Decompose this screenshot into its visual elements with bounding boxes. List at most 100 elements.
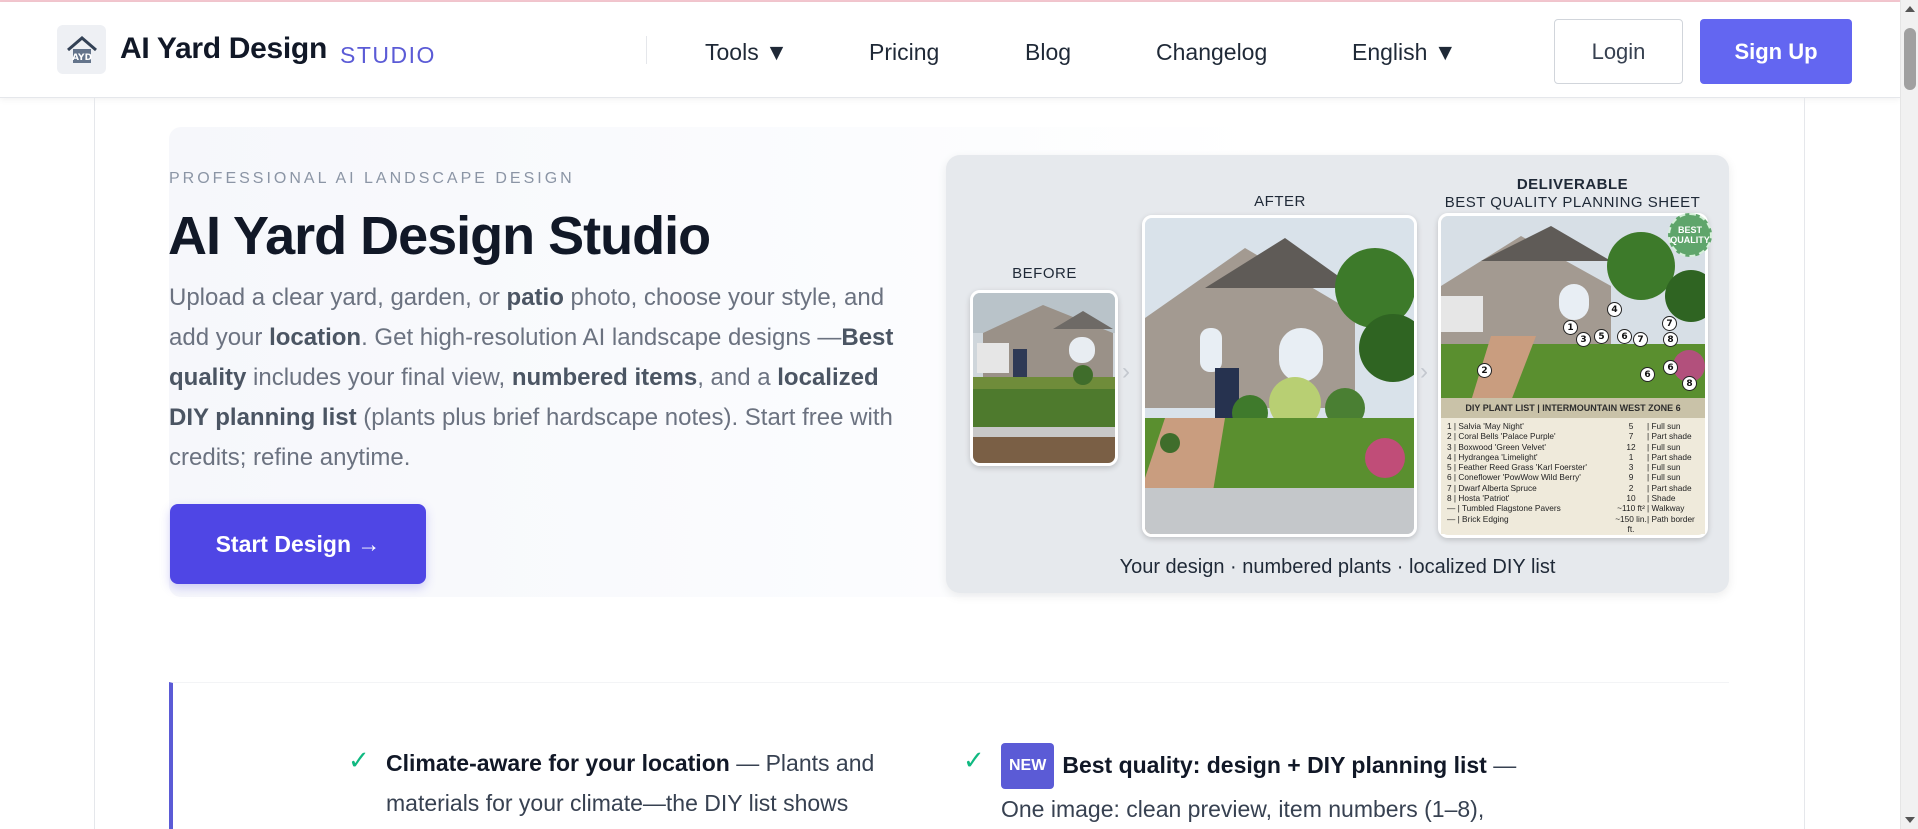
plan-cell-item: 6 | Coneflower 'PowWow Wild Berry' [1447,472,1581,483]
desc-text: includes your final view, [246,364,512,391]
plant-marker: 6 [1663,360,1678,375]
desc-bold: location [269,324,362,351]
badge-line: QUALITY [1670,235,1710,245]
plan-cell-qty: 10 [1626,493,1636,504]
plan-cell-light: | Full sun [1647,462,1681,473]
plan-cell-qty: 7 [1628,431,1634,442]
nav-changelog[interactable]: Changelog [1156,39,1267,66]
plan-cell-item: 2 | Coral Bells 'Palace Purple' [1447,431,1556,442]
plan-cell-item: — | Tumbled Flagstone Pavers [1447,503,1561,514]
plant-marker: 6 [1617,329,1632,344]
new-badge: NEW [1001,743,1055,789]
plan-list-row: 3 | Boxwood 'Green Velvet' 12 | Full sun [1447,442,1699,452]
plan-cell-light: | Walkway [1647,503,1685,514]
plant-marker: 5 [1594,329,1609,344]
scroll-up-arrow-icon[interactable] [1905,6,1915,12]
plan-cell-light: | Full sun [1647,421,1681,431]
feature-title: Best quality: design + DIY planning list [1062,752,1487,778]
signup-button[interactable]: Sign Up [1700,19,1852,84]
svg-text:AYD: AYD [71,53,91,63]
deliverable-sublabel: BEST QUALITY PLANNING SHEET [1444,194,1701,211]
plan-cell-light: | Full sun [1647,441,1681,452]
after-photo [1142,215,1417,537]
preview-caption: Your design · numbered plants · localize… [1119,556,1556,578]
deliverable-label: DELIVERABLE [1516,176,1629,193]
plan-cell-light: | Shade [1647,493,1676,504]
plant-marker: 4 [1607,302,1622,317]
plan-cell-qty: 9 [1628,472,1634,483]
plant-marker: 7 [1633,332,1648,347]
brand-name[interactable]: AI Yard Design [120,32,327,66]
plan-cell-item: 5 | Feather Reed Grass 'Karl Foerster' [1447,462,1587,473]
house-logo-icon[interactable]: AYD [57,25,106,74]
best-quality-badge: BEST QUALITY [1668,213,1712,257]
language-dropdown[interactable]: English ▼ [1352,39,1457,66]
plan-list-row: 2 | Coral Bells 'Palace Purple' 7 | Part s… [1447,431,1699,441]
login-button[interactable]: Login [1554,19,1683,84]
hero-description: Upload a clear yard, garden, or patio ph… [169,278,909,478]
plan-list-row: 7 | Dwarf Alberta Spruce 2 | Part shade [1447,483,1699,493]
plan-cell-light: | Full sun [1647,472,1681,483]
chevron-right-icon: › [1420,358,1428,385]
plan-list-row: 8 | Hosta 'Patriot' 10 | Shade [1447,493,1699,503]
plan-cell-qty: 1 [1628,451,1634,462]
plan-cell-item: — | Brick Edging [1447,513,1509,524]
start-design-button[interactable]: Start Design → [170,504,426,584]
check-icon: ✓ [348,745,370,775]
plant-marker: 8 [1663,332,1678,347]
nav-divider [646,36,647,64]
plan-cell-qty: ~150 lin. ft. [1615,513,1647,534]
desc-bold: patio [506,284,564,311]
brand-sub: STUDIO [340,42,436,68]
plan-cell-qty: 5 [1628,421,1634,431]
plant-marker: 1 [1563,320,1578,335]
plant-marker: 7 [1662,316,1677,331]
plan-list-row: 5 | Feather Reed Grass 'Karl Foerster' 3 |… [1447,462,1699,472]
plan-cell-qty: 3 [1628,462,1634,473]
after-label: AFTER [1254,193,1306,210]
plan-list-row: 6 | Coneflower 'PowWow Wild Berry' 9 | Ful… [1447,472,1699,482]
plan-cell-light: | Part shade [1647,482,1692,493]
plan-list-title: DIY PLANT LIST | INTERMOUNTAIN WEST ZONE… [1441,398,1705,418]
plan-list-table: 1 | Salvia 'May Night' 5 | Full sun 2 | Cor… [1441,418,1705,534]
plant-marker: 2 [1477,363,1492,378]
plant-marker: 6 [1640,367,1655,382]
nav-tools-dropdown[interactable]: Tools ▼ [705,39,788,66]
plan-list-row: — | Tumbled Flagstone Pavers ~110 ft² | Wa… [1447,503,1699,513]
plant-marker: 8 [1682,376,1697,391]
top-navbar: AYD AI Yard Design STUDIO Tools ▼ Pricin… [0,2,1900,98]
plan-list-row: 1 | Salvia 'May Night' 5 | Full sun [1447,421,1699,431]
desc-text: , and a [697,364,778,391]
badge-line: BEST [1677,225,1702,235]
desc-bold: numbered items [511,364,698,391]
plan-cell-item: 3 | Boxwood 'Green Velvet' [1447,441,1546,452]
plan-cell-item: 1 | Salvia 'May Night' [1447,421,1524,431]
plan-list-row: 4 | Hydrangea 'Limelight' 1 | Part shade [1447,452,1699,462]
plan-list-row: — | Brick Edging ~150 lin. ft. | Path bord… [1447,514,1699,535]
plan-cell-light: | Part shade [1647,451,1692,462]
hero-eyebrow: PROFESSIONAL AI LANDSCAPE DESIGN [169,170,575,187]
plan-cell-item: 4 | Hydrangea 'Limelight' [1447,451,1538,462]
before-photo [970,290,1118,466]
hero-title: AI Yard Design Studio [168,206,711,266]
plan-cell-light: | Part shade [1647,431,1692,442]
vertical-scrollbar[interactable] [1900,0,1918,829]
plan-cell-item: 7 | Dwarf Alberta Spruce [1447,482,1537,493]
nav-blog[interactable]: Blog [1025,39,1071,66]
desc-text: . Get high-resolution AI landscape desig… [361,324,842,351]
feature-best-quality: NEW Best quality: design + DIY planning l… [1001,743,1561,829]
plan-cell-qty: ~110 ft² [1617,503,1645,514]
feature-climate: Climate-aware for your location — Plants… [386,743,906,823]
plan-cell-item: 8 | Hosta 'Patriot' [1447,493,1510,504]
check-icon: ✓ [963,745,985,775]
nav-pricing[interactable]: Pricing [869,39,939,66]
plant-marker: 3 [1576,332,1591,347]
before-label: BEFORE [1012,265,1077,282]
plan-cell-qty: 2 [1628,482,1634,493]
feature-title: Climate-aware for your location [386,750,730,776]
scroll-down-arrow-icon[interactable] [1905,817,1915,823]
scrollbar-thumb[interactable] [1904,28,1916,90]
chevron-right-icon: › [1122,358,1130,385]
plan-cell-light: | Path border [1647,513,1695,524]
desc-text: Upload a clear yard, garden, or [169,284,507,311]
